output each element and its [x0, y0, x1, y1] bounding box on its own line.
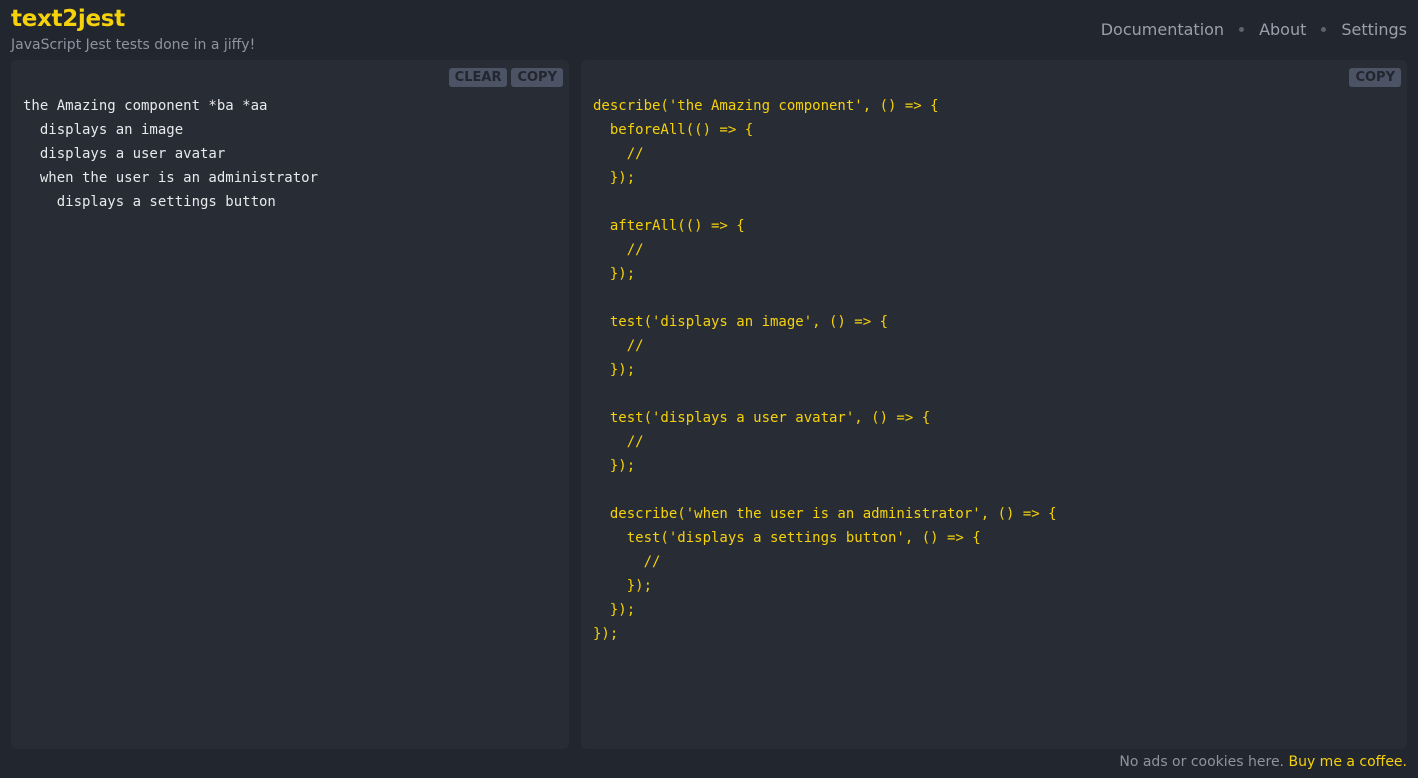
header: text2jest JavaScript Jest tests done in … — [0, 0, 1418, 60]
input-toolbar: CLEAR COPY — [448, 68, 563, 87]
app-title[interactable]: text2jest — [11, 6, 125, 32]
buy-coffee-link[interactable]: Buy me a coffee. — [1288, 754, 1407, 770]
input-panel: CLEAR COPY the Amazing component *ba *aa… — [11, 60, 569, 749]
nav-separator-dot — [1239, 27, 1245, 32]
top-nav: Documentation About Settings — [1101, 20, 1407, 39]
generated-code: describe('the Amazing component', () => … — [593, 98, 1057, 642]
nav-separator-dot — [1321, 27, 1327, 32]
output-toolbar: COPY — [1349, 68, 1401, 87]
footer: No ads or cookies here. Buy me a coffee. — [1119, 754, 1407, 770]
nav-about[interactable]: About — [1259, 20, 1306, 39]
footer-text: No ads or cookies here. — [1119, 754, 1289, 770]
nav-documentation[interactable]: Documentation — [1101, 20, 1224, 39]
tagline: JavaScript Jest tests done in a jiffy! — [11, 37, 256, 53]
copy-input-button[interactable]: COPY — [511, 68, 563, 87]
spec-text-input[interactable]: the Amazing component *ba *aa displays a… — [23, 94, 318, 214]
copy-output-button[interactable]: COPY — [1349, 68, 1401, 87]
output-panel: COPY describe('the Amazing component', (… — [581, 60, 1407, 749]
clear-button[interactable]: CLEAR — [448, 68, 508, 87]
nav-settings[interactable]: Settings — [1341, 20, 1407, 39]
